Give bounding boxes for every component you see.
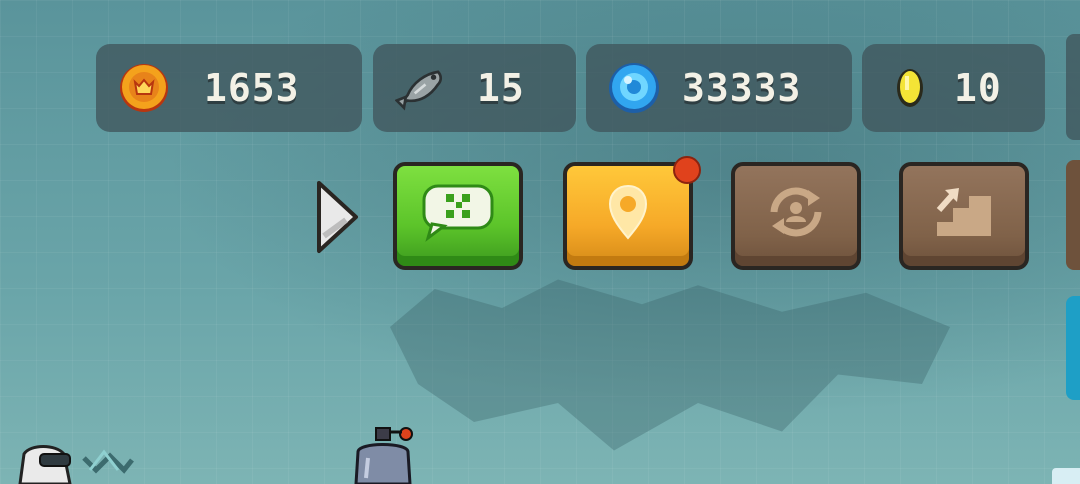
character-swap-button[interactable]: [731, 162, 861, 270]
triangle-right-icon: [317, 181, 358, 253]
character-swap-icon: [735, 166, 857, 258]
stairs-up-icon: [903, 166, 1025, 258]
qr-chat-icon: [397, 166, 519, 258]
edge-panel-top: [1066, 34, 1080, 140]
fish-count: 15: [477, 66, 525, 110]
fish-currency-panel: 15: [373, 44, 576, 132]
yellow-coin-icon: [884, 62, 936, 114]
partial-sprite: [1052, 468, 1080, 484]
coin-currency-panel: 10: [862, 44, 1045, 132]
edge-panel-button[interactable]: [1066, 160, 1080, 270]
qr-chat-button[interactable]: [393, 162, 523, 270]
notification-badge: [673, 156, 701, 184]
expand-button[interactable]: [316, 180, 360, 254]
game-scene: 1653 15 33333 10: [0, 0, 1080, 484]
gold-coin-icon: [118, 62, 170, 114]
location-pin-icon: [567, 166, 689, 258]
location-button[interactable]: [563, 162, 693, 270]
gem-currency-panel: 33333: [586, 44, 852, 132]
upgrade-button[interactable]: [899, 162, 1029, 270]
character-sprite: [0, 440, 140, 484]
potion-sprite: [348, 424, 418, 484]
gold-currency-panel: 1653: [96, 44, 362, 132]
fish-icon: [395, 62, 447, 114]
blue-gem-icon: [608, 62, 660, 114]
coin-count: 10: [954, 66, 1002, 110]
edge-panel-blue[interactable]: [1066, 296, 1080, 400]
background-shadow: [390, 279, 950, 451]
gold-count: 1653: [204, 66, 300, 110]
gem-count: 33333: [682, 66, 802, 110]
